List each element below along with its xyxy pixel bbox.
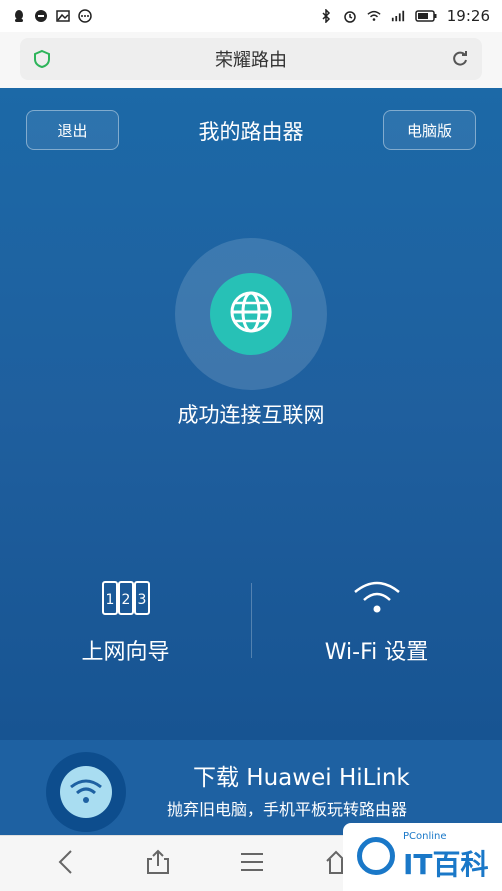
svg-text:1: 1 [105,592,114,608]
wifi-icon [251,578,502,618]
status-time: 19:26 [446,7,490,25]
status-left-icons [12,9,92,23]
share-button[interactable] [142,848,174,880]
address-box[interactable]: 荣耀路由 [20,38,482,80]
signal-icon [391,9,405,23]
connection-status-ring [175,238,327,390]
internet-wizard-button[interactable]: 1 2 3 上网向导 [0,578,251,678]
internet-wizard-label: 上网向导 [81,640,170,665]
status-bar: 19:26 [0,0,502,32]
globe-button[interactable] [210,273,292,355]
banner-subtitle: 抛弃旧电脑，手机平板玩转路由器 [167,800,408,819]
pconline-logo-icon [357,837,395,875]
alarm-icon [343,9,357,23]
qq-browser-icon [34,9,48,23]
globe-icon [228,289,274,339]
qq-icon [12,9,26,23]
watermark-small-text: PConline [403,831,447,842]
hilink-download-banner[interactable]: 下载 Huawei HiLink 抛弃旧电脑，手机平板玩转路由器 [0,740,502,835]
back-icon [56,849,76,879]
wifi-icon [367,9,381,23]
wifi-settings-button[interactable]: Wi-Fi 设置 [251,578,502,678]
battery-icon [415,9,437,23]
svg-text:2: 2 [121,592,130,608]
share-icon [146,849,170,879]
router-app: 退出 我的路由器 电脑版 成功连接互联网 1 2 3 上网向导 Wi-Fi 设置 [0,88,502,740]
browser-address-bar: 荣耀路由 [0,32,502,88]
pc-version-button[interactable]: 电脑版 [383,110,476,150]
back-button[interactable] [50,848,82,880]
status-right-icons: 19:26 [319,7,490,25]
wifi-settings-label: Wi-Fi 设置 [324,640,429,665]
numbered-steps-icon: 1 2 3 [0,578,251,618]
watermark-text: IT百科 [403,848,489,881]
banner-title: 下载 Huawei HiLink [193,765,410,791]
menu-button[interactable] [236,848,268,880]
image-icon [56,9,70,23]
connection-status-text: 成功连接互联网 [177,403,325,427]
pconline-watermark-logo: PConline IT百科 [343,823,502,891]
page-title: 荣耀路由 [215,50,287,71]
hilink-app-icon [46,752,126,832]
reload-icon[interactable] [450,49,470,73]
svg-text:3: 3 [137,592,146,608]
bluetooth-icon [319,9,333,23]
more-icon [78,9,92,23]
menu-icon [239,851,265,877]
